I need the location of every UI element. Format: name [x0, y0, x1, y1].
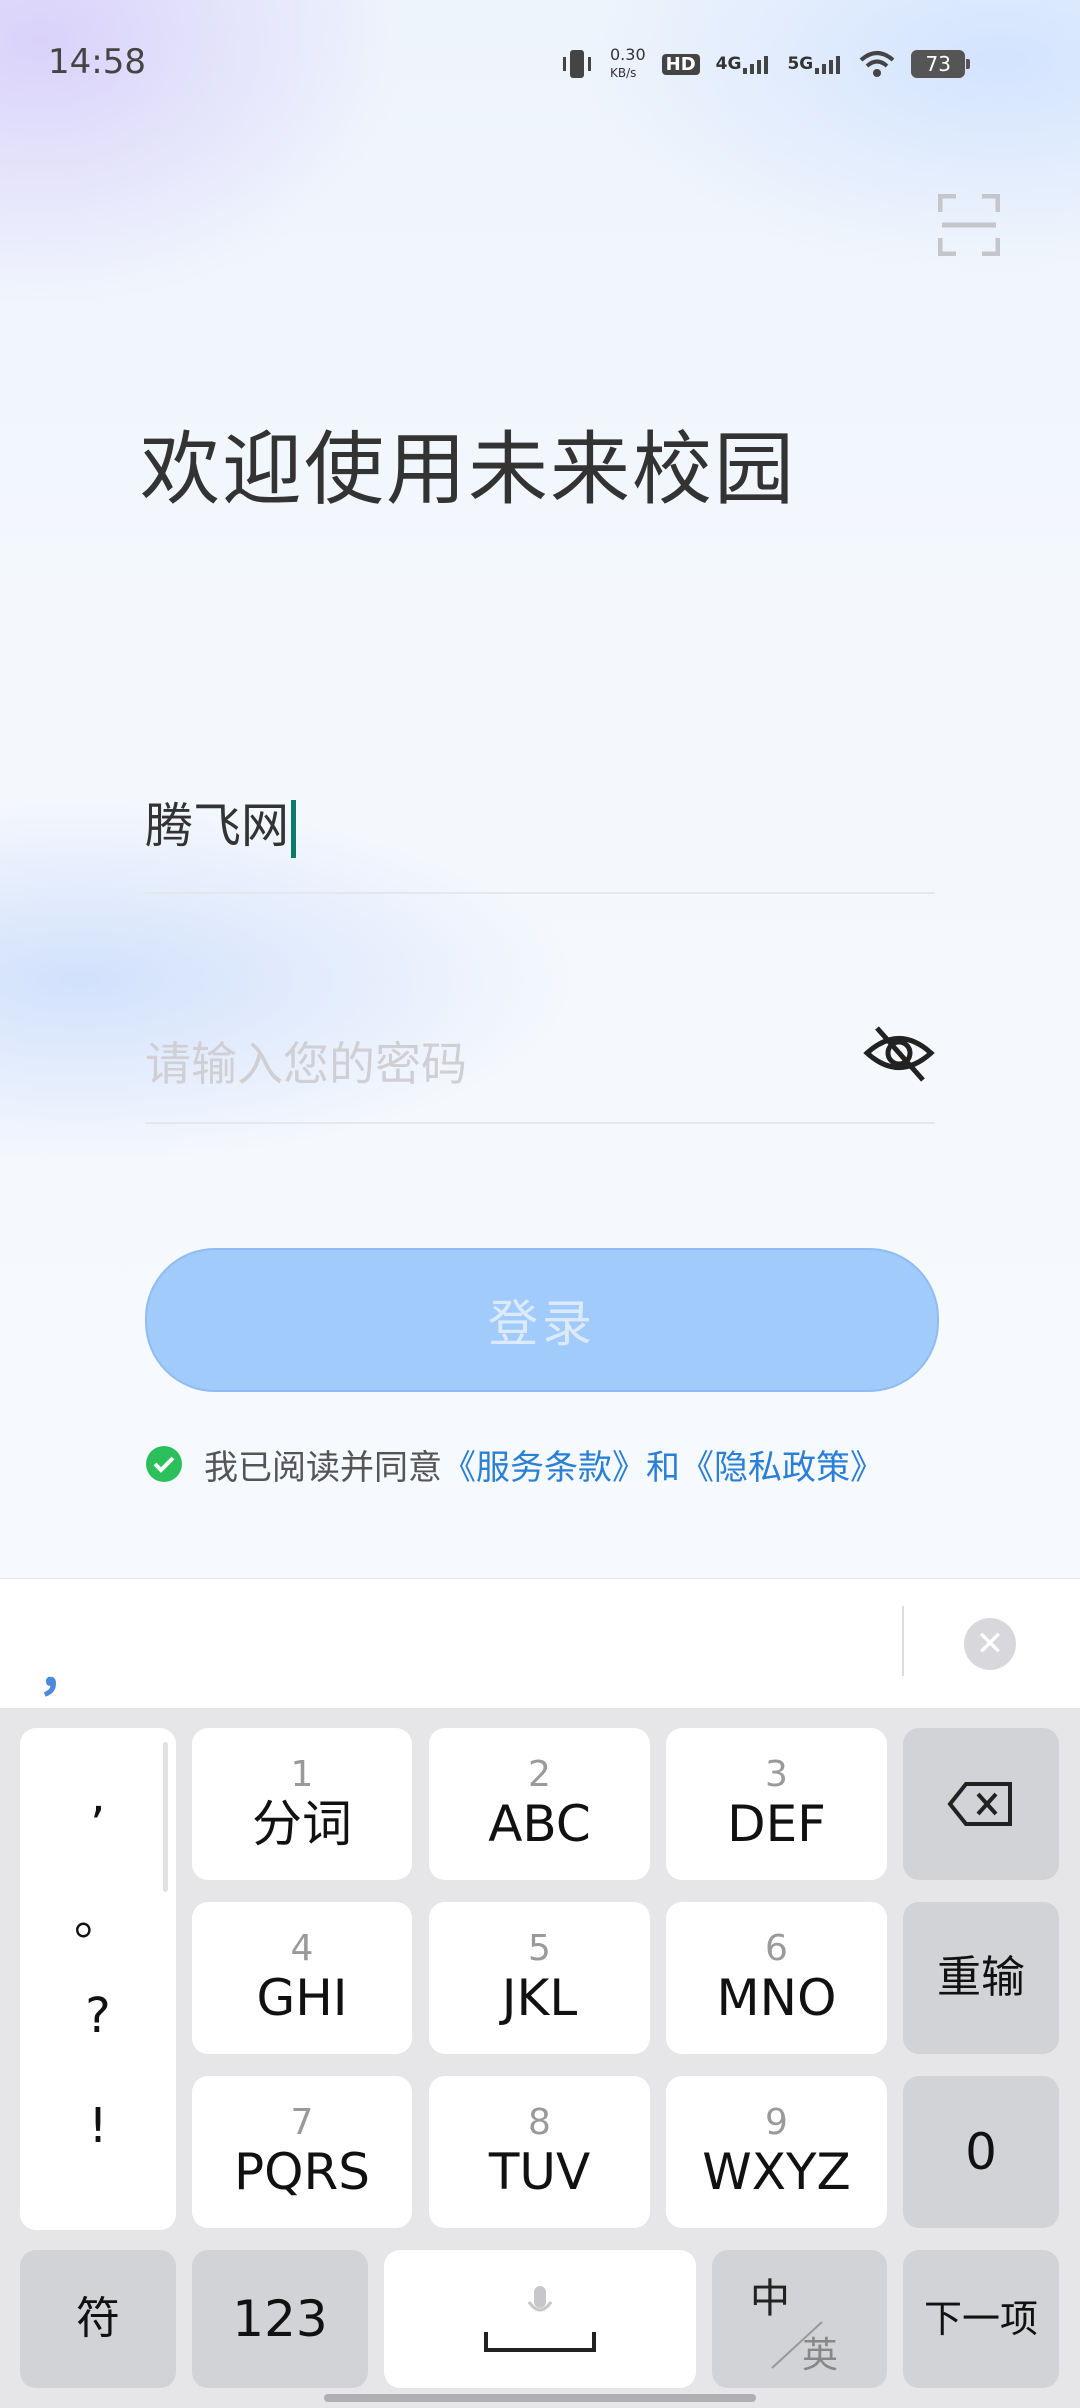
- net-speed-value: 0.30: [610, 45, 646, 64]
- username-value: 腾飞网: [145, 798, 290, 854]
- key-label: WXYZ: [702, 2143, 851, 2201]
- checkbox-checked-icon[interactable]: [146, 1446, 182, 1482]
- eye-off-icon[interactable]: [863, 1018, 935, 1088]
- status-time: 14:58: [48, 42, 146, 82]
- key-4[interactable]: 4 GHI: [192, 1902, 412, 2054]
- key-6[interactable]: 6 MNO: [666, 1902, 887, 2054]
- next-label: 下一项: [923, 2297, 1038, 2341]
- retype-label: 重输: [937, 1952, 1025, 2003]
- sim1-label: 4G: [715, 54, 742, 74]
- lang-en-label: 英: [802, 2335, 839, 2376]
- close-keyboard-icon[interactable]: ✕: [964, 1618, 1016, 1670]
- key-num: 7: [290, 2102, 314, 2143]
- space-bar-icon: [484, 2332, 596, 2352]
- symbols-key[interactable]: 符: [20, 2250, 176, 2388]
- hd-icon: HD: [661, 53, 700, 75]
- key-label: 分词: [252, 1795, 352, 1853]
- numeric-key[interactable]: 123: [192, 2250, 368, 2388]
- key-2[interactable]: 2 ABC: [429, 1728, 650, 1880]
- keyboard-candidate-bar: [0, 1578, 1080, 1709]
- key-9[interactable]: 9 WXYZ: [666, 2076, 887, 2228]
- agreement-text: 我已阅读并同意: [204, 1447, 442, 1488]
- page-title: 欢迎使用未来校园: [140, 423, 796, 516]
- sim2-label: 5G: [787, 54, 814, 74]
- key-label: ABC: [488, 1795, 591, 1853]
- login-button[interactable]: 登录: [145, 1248, 939, 1392]
- punct-period[interactable]: 。: [20, 1878, 176, 1948]
- vibrate-icon: [563, 50, 591, 78]
- agreement-conj: 和: [646, 1447, 680, 1488]
- wifi-icon: [859, 51, 895, 77]
- agreement-row: 我已阅读并同意 《服务条款》 和 《隐私政策》: [146, 1440, 884, 1488]
- key-label: GHI: [256, 1969, 348, 2027]
- lang-divider-icon: [771, 2321, 823, 2369]
- backspace-icon: [947, 1782, 1012, 1826]
- sim2-signal-icon: 5G: [787, 54, 843, 74]
- punctuation-list[interactable]: , 。 ? !: [20, 1728, 176, 2230]
- key-0[interactable]: 0: [903, 2076, 1059, 2228]
- password-placeholder: 请输入您的密码: [145, 1037, 467, 1091]
- key-label: DEF: [727, 1795, 826, 1853]
- punct-exclaim[interactable]: !: [20, 2098, 176, 2154]
- microphone-icon: [527, 2286, 553, 2312]
- space-key[interactable]: [384, 2250, 696, 2388]
- key-label: TUV: [488, 2143, 591, 2201]
- candidate-item[interactable]: ，: [38, 1630, 90, 1705]
- key-label: JKL: [501, 1969, 578, 2027]
- username-field[interactable]: 腾飞网: [145, 788, 935, 894]
- key-5[interactable]: 5 JKL: [429, 1902, 650, 2054]
- symbols-label: 符: [76, 2293, 120, 2344]
- key-num: 6: [765, 1928, 788, 1969]
- net-speed-unit: KB/s: [610, 66, 637, 80]
- numeric-label: 123: [232, 2290, 328, 2348]
- sim1-signal-icon: 4G: [716, 54, 772, 74]
- key-num: 8: [528, 2102, 551, 2143]
- language-switch-key[interactable]: 中 英: [712, 2250, 887, 2388]
- key-7[interactable]: 7 PQRS: [192, 2076, 412, 2228]
- net-speed: 0.30 KB/s: [610, 46, 646, 82]
- key-num: 5: [528, 1928, 551, 1969]
- password-field[interactable]: 请输入您的密码: [145, 1018, 935, 1124]
- username-input[interactable]: 腾飞网: [145, 788, 297, 864]
- scan-icon[interactable]: [938, 194, 1000, 256]
- home-indicator[interactable]: [324, 2394, 756, 2402]
- key-1[interactable]: 1 分词: [192, 1728, 412, 1880]
- next-key[interactable]: 下一项: [903, 2250, 1059, 2388]
- key-8[interactable]: 8 TUV: [429, 2076, 650, 2228]
- key-3[interactable]: 3 DEF: [666, 1728, 887, 1880]
- key-label: MNO: [716, 1969, 837, 2027]
- key-num: 3: [765, 1754, 788, 1795]
- punct-question[interactable]: ?: [20, 1988, 176, 2044]
- battery-icon: 73: [911, 50, 971, 78]
- backspace-key[interactable]: [903, 1728, 1059, 1880]
- terms-link[interactable]: 《服务条款》: [442, 1440, 646, 1489]
- key-label: 0: [965, 2123, 997, 2181]
- status-icons: 0.30 KB/s HD 4G 5G 73: [560, 44, 971, 84]
- text-cursor: [291, 800, 297, 858]
- key-num: 1: [290, 1754, 314, 1795]
- key-num: 2: [528, 1754, 551, 1795]
- privacy-link[interactable]: 《隐私政策》: [680, 1440, 884, 1489]
- key-num: 4: [290, 1928, 314, 1969]
- punct-comma[interactable]: ,: [20, 1768, 176, 1824]
- candidate-divider: [902, 1606, 904, 1676]
- key-label: PQRS: [234, 2143, 370, 2201]
- punct-scrollbar[interactable]: [163, 1742, 168, 1892]
- retype-key[interactable]: 重输: [903, 1902, 1059, 2054]
- key-num: 9: [765, 2102, 788, 2143]
